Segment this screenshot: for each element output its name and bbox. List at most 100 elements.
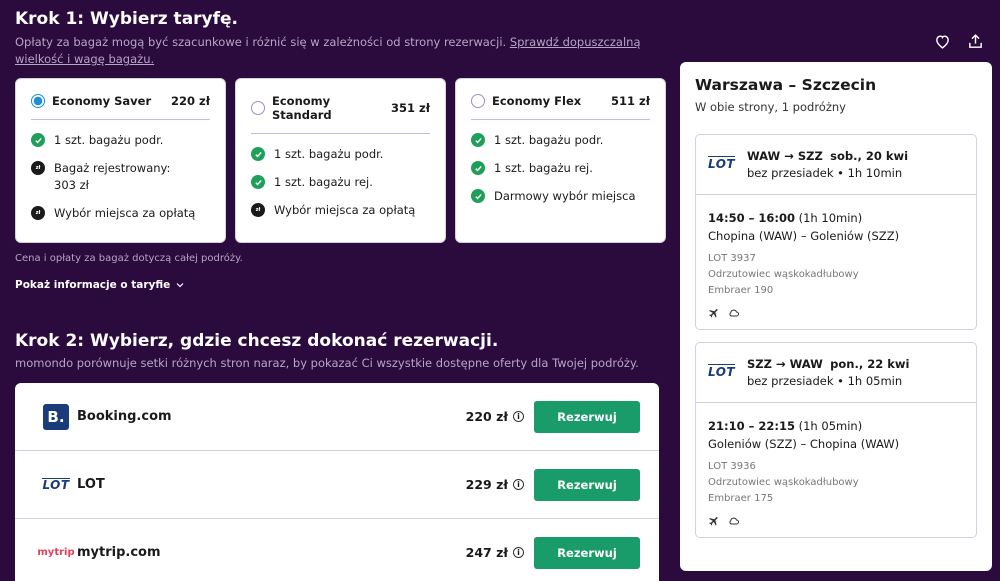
tariff-note: Cena i opłaty za bagaż dotyczą całej pod… xyxy=(15,253,243,264)
step2-title: Krok 2: Wybierz, gdzie chcesz dokonać re… xyxy=(15,331,499,351)
check-icon xyxy=(471,133,485,147)
radio-unselected-icon[interactable] xyxy=(471,94,485,108)
check-icon xyxy=(31,133,45,147)
tariff-feature-text: 1 szt. bagażu podr. xyxy=(274,147,384,161)
leg-times: 14:50 – 16:00 xyxy=(708,211,795,225)
leg-route-line: WAW → SZZ sob., 20 kwi xyxy=(747,148,908,165)
step1-description-text: Opłaty za bagaż mogą być szacunkowe i ró… xyxy=(15,35,507,49)
leg-airports: Chopina (WAW) – Goleniów (SZZ) xyxy=(708,229,900,243)
provider-row-lot: LOT LOT 229 zł i Rezerwuj xyxy=(15,451,659,519)
tariff-feature-text: 1 szt. bagażu podr. xyxy=(494,133,604,147)
leg-route-line: SZZ → WAW pon., 22 kwi xyxy=(747,356,909,373)
check-icon xyxy=(251,175,265,189)
leg-aircraft: Embraer 190 xyxy=(708,285,774,296)
flight-leg-outbound: LOT WAW → SZZ sob., 20 kwi bez przesiade… xyxy=(695,134,977,330)
leg-times: 21:10 – 22:15 xyxy=(708,419,795,433)
paid-icon: zł xyxy=(251,203,265,217)
provider-list: B. Booking.com 220 zł i Rezerwuj LOT LOT… xyxy=(15,383,659,581)
step1-title: Krok 1: Wybierz taryfę. xyxy=(15,9,239,29)
provider-row-mytrip: mytrip mytrip.com 247 zł i Rezerwuj xyxy=(15,519,659,581)
booking-logo: B. xyxy=(35,403,77,431)
leg-aircraft-type: Odrzutowiec wąskokadłubowy xyxy=(708,269,859,280)
leg-date: sob., 20 kwi xyxy=(830,149,909,163)
info-icon[interactable]: i xyxy=(513,547,524,558)
trip-summary-panel: Warszawa – Szczecin W obie strony, 1 pod… xyxy=(680,62,992,571)
provider-price: 247 zł i xyxy=(466,545,524,560)
tariff-list: Economy Saver 220 zł 1 szt. bagażu podr.… xyxy=(15,78,666,243)
leg-meta: LOT 3937 Odrzutowiec wąskokadłubowy Embr… xyxy=(708,251,964,299)
provider-name: mytrip.com xyxy=(77,545,161,560)
leg-duration: (1h 05min) xyxy=(798,419,863,433)
paid-icon: zł xyxy=(31,161,45,175)
provider-price: 220 zł i xyxy=(466,409,524,424)
tariff-feature: 1 szt. bagażu rej. xyxy=(471,160,650,177)
reserve-button[interactable]: Rezerwuj xyxy=(534,468,640,501)
booking-logo-mark: B. xyxy=(43,403,69,430)
tariff-feature-text: Wybór miejsca za opłatą xyxy=(274,203,416,217)
tariff-feature-text: 1 szt. bagażu rej. xyxy=(494,161,593,175)
tariff-feature: 1 szt. bagażu podr. xyxy=(471,132,650,149)
leg-meta: LOT 3936 Odrzutowiec wąskokadłubowy Embr… xyxy=(708,459,964,507)
lot-logo: LOT xyxy=(35,471,77,499)
check-icon xyxy=(251,147,265,161)
share-icon[interactable] xyxy=(967,33,984,50)
tariff-feature-text: Wybór miejsca za opłatą xyxy=(54,206,196,220)
tariff-feature: 1 szt. bagażu podr. xyxy=(251,146,430,163)
cloud-icon xyxy=(729,517,739,525)
top-actions xyxy=(934,33,984,50)
leg-aircraft: Embraer 175 xyxy=(708,493,774,504)
route-title: Warszawa – Szczecin xyxy=(695,76,877,94)
info-icon[interactable]: i xyxy=(513,411,524,422)
show-tariff-info-link[interactable]: Pokaż informacje o taryfie xyxy=(15,279,185,291)
tariff-card-standard[interactable]: Economy Standard 351 zł 1 szt. bagażu po… xyxy=(235,78,446,243)
cloud-icon xyxy=(729,309,739,317)
leg-time-line: 14:50 – 16:00 (1h 10min) xyxy=(708,209,964,227)
tariff-feature-text: 1 szt. bagażu podr. xyxy=(54,133,164,147)
paid-icon: zł xyxy=(31,206,45,220)
lot-logo-mark: LOT xyxy=(708,156,736,171)
tariff-card-saver[interactable]: Economy Saver 220 zł 1 szt. bagażu podr.… xyxy=(15,78,226,243)
leg-date: pon., 22 kwi xyxy=(830,357,910,371)
leg-route: SZZ → WAW xyxy=(747,357,823,371)
tariff-feature: Darmowy wybór miejsca xyxy=(471,188,650,205)
tariff-price: 351 zł xyxy=(391,101,430,115)
leg-route: WAW → SZZ xyxy=(747,149,823,163)
tariff-feature: zł Wybór miejsca za opłatą xyxy=(251,202,430,219)
leg-time-line: 21:10 – 22:15 (1h 05min) xyxy=(708,417,964,435)
mytrip-logo-mark: mytrip xyxy=(37,547,75,558)
lot-logo-mark: LOT xyxy=(42,477,70,492)
provider-price-value: 220 zł xyxy=(465,409,508,424)
reserve-button[interactable]: Rezerwuj xyxy=(534,400,640,433)
tariff-name: Economy Flex xyxy=(492,94,582,108)
flight-leg-return: LOT SZZ → WAW pon., 22 kwi bez przesiade… xyxy=(695,342,977,538)
lot-logo: LOT xyxy=(708,153,740,172)
tariff-card-flex[interactable]: Economy Flex 511 zł 1 szt. bagażu podr. … xyxy=(455,78,666,243)
leg-stops: bez przesiadek • 1h 10min xyxy=(747,166,903,180)
chevron-down-icon xyxy=(176,283,184,288)
leg-duration: (1h 10min) xyxy=(798,211,863,225)
radio-unselected-icon[interactable] xyxy=(251,101,265,115)
provider-price: 229 zł i xyxy=(466,477,524,492)
step2-description: momondo porównuje setki różnych stron na… xyxy=(15,356,639,370)
step1-description: Opłaty za bagaż mogą być szacunkowe i ró… xyxy=(15,34,655,68)
check-icon xyxy=(471,161,485,175)
provider-name: LOT xyxy=(77,477,105,492)
leg-flight-number: LOT 3936 xyxy=(708,461,756,472)
provider-row-booking: B. Booking.com 220 zł i Rezerwuj xyxy=(15,383,659,451)
route-subtitle: W obie strony, 1 podróżny xyxy=(695,100,846,114)
reserve-button[interactable]: Rezerwuj xyxy=(534,536,640,569)
radio-selected-icon[interactable] xyxy=(31,94,45,108)
tariff-name: Economy Standard xyxy=(272,94,332,122)
heart-icon[interactable] xyxy=(934,33,951,50)
tariff-feature: 1 szt. bagażu rej. xyxy=(251,174,430,191)
plane-icon xyxy=(709,309,718,318)
check-icon xyxy=(471,189,485,203)
tariff-feature: zł Bagaż rejestrowany: 303 zł xyxy=(31,160,210,194)
leg-stops: bez przesiadek • 1h 05min xyxy=(747,374,903,388)
info-icon[interactable]: i xyxy=(513,479,524,490)
lot-logo-mark: LOT xyxy=(708,364,736,379)
mytrip-logo: mytrip xyxy=(35,539,77,567)
provider-name: Booking.com xyxy=(77,409,172,424)
leg-airports: Goleniów (SZZ) – Chopina (WAW) xyxy=(708,437,900,451)
tariff-price: 511 zł xyxy=(611,94,650,108)
